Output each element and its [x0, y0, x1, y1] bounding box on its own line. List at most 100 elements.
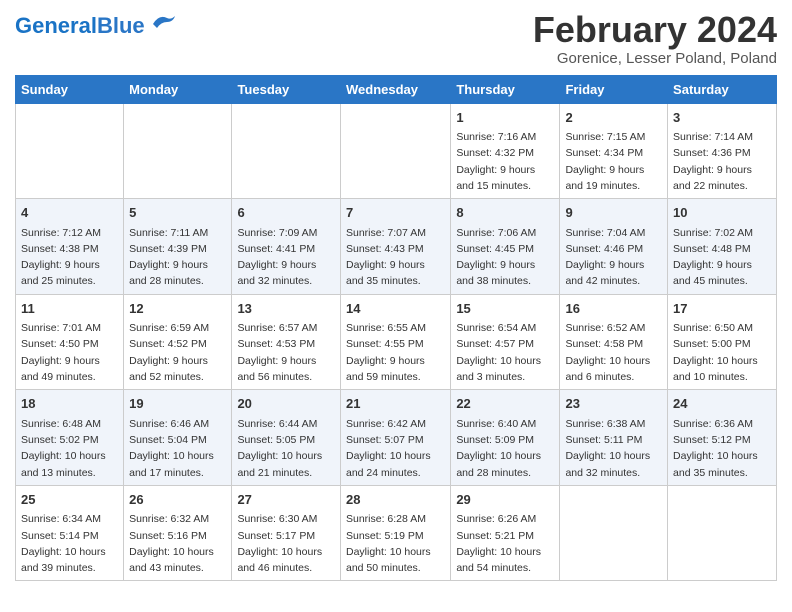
weekday-header-thursday: Thursday	[451, 75, 560, 103]
day-info: Sunrise: 7:15 AMSunset: 4:34 PMDaylight:…	[565, 129, 662, 194]
day-info: Sunrise: 6:59 AMSunset: 4:52 PMDaylight:…	[129, 320, 226, 385]
calendar-cell: 22Sunrise: 6:40 AMSunset: 5:09 PMDayligh…	[451, 390, 560, 486]
calendar-cell: 12Sunrise: 6:59 AMSunset: 4:52 PMDayligh…	[124, 294, 232, 390]
location: Gorenice, Lesser Poland, Poland	[533, 50, 777, 67]
day-number: 29	[456, 490, 554, 510]
day-number: 21	[346, 394, 445, 414]
calendar-cell: 3Sunrise: 7:14 AMSunset: 4:36 PMDaylight…	[668, 103, 777, 199]
logo-blue: Blue	[97, 13, 145, 38]
calendar-cell: 9Sunrise: 7:04 AMSunset: 4:46 PMDaylight…	[560, 199, 668, 295]
day-number: 20	[237, 394, 335, 414]
day-number: 26	[129, 490, 226, 510]
day-info: Sunrise: 6:34 AMSunset: 5:14 PMDaylight:…	[21, 511, 118, 576]
day-number: 2	[565, 108, 662, 128]
day-number: 7	[346, 203, 445, 223]
day-info: Sunrise: 7:14 AMSunset: 4:36 PMDaylight:…	[673, 129, 771, 194]
calendar-table: SundayMondayTuesdayWednesdayThursdayFrid…	[15, 75, 777, 582]
calendar-cell: 6Sunrise: 7:09 AMSunset: 4:41 PMDaylight…	[232, 199, 341, 295]
calendar-cell	[16, 103, 124, 199]
calendar-cell: 13Sunrise: 6:57 AMSunset: 4:53 PMDayligh…	[232, 294, 341, 390]
calendar-week-row: 1Sunrise: 7:16 AMSunset: 4:32 PMDaylight…	[16, 103, 777, 199]
day-number: 22	[456, 394, 554, 414]
day-info: Sunrise: 7:06 AMSunset: 4:45 PMDaylight:…	[456, 225, 554, 290]
day-info: Sunrise: 6:48 AMSunset: 5:02 PMDaylight:…	[21, 416, 118, 481]
calendar-cell: 18Sunrise: 6:48 AMSunset: 5:02 PMDayligh…	[16, 390, 124, 486]
logo: GeneralBlue	[15, 15, 179, 37]
day-number: 12	[129, 299, 226, 319]
calendar-cell: 10Sunrise: 7:02 AMSunset: 4:48 PMDayligh…	[668, 199, 777, 295]
calendar-cell: 8Sunrise: 7:06 AMSunset: 4:45 PMDaylight…	[451, 199, 560, 295]
day-info: Sunrise: 6:54 AMSunset: 4:57 PMDaylight:…	[456, 320, 554, 385]
weekday-header-sunday: Sunday	[16, 75, 124, 103]
calendar-week-row: 18Sunrise: 6:48 AMSunset: 5:02 PMDayligh…	[16, 390, 777, 486]
weekday-header-row: SundayMondayTuesdayWednesdayThursdayFrid…	[16, 75, 777, 103]
calendar-week-row: 4Sunrise: 7:12 AMSunset: 4:38 PMDaylight…	[16, 199, 777, 295]
day-info: Sunrise: 7:12 AMSunset: 4:38 PMDaylight:…	[21, 225, 118, 290]
day-info: Sunrise: 6:44 AMSunset: 5:05 PMDaylight:…	[237, 416, 335, 481]
day-number: 14	[346, 299, 445, 319]
calendar-cell: 29Sunrise: 6:26 AMSunset: 5:21 PMDayligh…	[451, 485, 560, 581]
day-number: 18	[21, 394, 118, 414]
weekday-header-saturday: Saturday	[668, 75, 777, 103]
day-info: Sunrise: 6:28 AMSunset: 5:19 PMDaylight:…	[346, 511, 445, 576]
day-number: 4	[21, 203, 118, 223]
calendar-cell: 23Sunrise: 6:38 AMSunset: 5:11 PMDayligh…	[560, 390, 668, 486]
calendar-cell: 28Sunrise: 6:28 AMSunset: 5:19 PMDayligh…	[340, 485, 450, 581]
day-number: 10	[673, 203, 771, 223]
calendar-cell: 11Sunrise: 7:01 AMSunset: 4:50 PMDayligh…	[16, 294, 124, 390]
calendar-cell: 19Sunrise: 6:46 AMSunset: 5:04 PMDayligh…	[124, 390, 232, 486]
calendar-week-row: 11Sunrise: 7:01 AMSunset: 4:50 PMDayligh…	[16, 294, 777, 390]
day-info: Sunrise: 6:32 AMSunset: 5:16 PMDaylight:…	[129, 511, 226, 576]
calendar-cell: 16Sunrise: 6:52 AMSunset: 4:58 PMDayligh…	[560, 294, 668, 390]
weekday-header-tuesday: Tuesday	[232, 75, 341, 103]
calendar-cell: 26Sunrise: 6:32 AMSunset: 5:16 PMDayligh…	[124, 485, 232, 581]
day-info: Sunrise: 6:40 AMSunset: 5:09 PMDaylight:…	[456, 416, 554, 481]
calendar-cell: 17Sunrise: 6:50 AMSunset: 5:00 PMDayligh…	[668, 294, 777, 390]
calendar-cell	[668, 485, 777, 581]
calendar-cell	[124, 103, 232, 199]
calendar-cell: 20Sunrise: 6:44 AMSunset: 5:05 PMDayligh…	[232, 390, 341, 486]
day-number: 23	[565, 394, 662, 414]
day-info: Sunrise: 6:42 AMSunset: 5:07 PMDaylight:…	[346, 416, 445, 481]
calendar-cell: 5Sunrise: 7:11 AMSunset: 4:39 PMDaylight…	[124, 199, 232, 295]
day-info: Sunrise: 7:01 AMSunset: 4:50 PMDaylight:…	[21, 320, 118, 385]
calendar-cell: 14Sunrise: 6:55 AMSunset: 4:55 PMDayligh…	[340, 294, 450, 390]
day-info: Sunrise: 6:46 AMSunset: 5:04 PMDaylight:…	[129, 416, 226, 481]
calendar-cell: 1Sunrise: 7:16 AMSunset: 4:32 PMDaylight…	[451, 103, 560, 199]
day-number: 25	[21, 490, 118, 510]
day-info: Sunrise: 7:09 AMSunset: 4:41 PMDaylight:…	[237, 225, 335, 290]
day-number: 17	[673, 299, 771, 319]
title-area: February 2024 Gorenice, Lesser Poland, P…	[533, 10, 777, 67]
day-number: 28	[346, 490, 445, 510]
day-info: Sunrise: 6:30 AMSunset: 5:17 PMDaylight:…	[237, 511, 335, 576]
calendar-cell: 7Sunrise: 7:07 AMSunset: 4:43 PMDaylight…	[340, 199, 450, 295]
day-info: Sunrise: 7:07 AMSunset: 4:43 PMDaylight:…	[346, 225, 445, 290]
day-number: 19	[129, 394, 226, 414]
logo-text: GeneralBlue	[15, 15, 145, 37]
month-title: February 2024	[533, 10, 777, 50]
day-info: Sunrise: 7:04 AMSunset: 4:46 PMDaylight:…	[565, 225, 662, 290]
day-number: 13	[237, 299, 335, 319]
day-number: 15	[456, 299, 554, 319]
calendar-cell: 27Sunrise: 6:30 AMSunset: 5:17 PMDayligh…	[232, 485, 341, 581]
calendar-cell	[560, 485, 668, 581]
weekday-header-friday: Friday	[560, 75, 668, 103]
day-info: Sunrise: 7:16 AMSunset: 4:32 PMDaylight:…	[456, 129, 554, 194]
day-number: 9	[565, 203, 662, 223]
weekday-header-monday: Monday	[124, 75, 232, 103]
day-info: Sunrise: 6:57 AMSunset: 4:53 PMDaylight:…	[237, 320, 335, 385]
day-number: 3	[673, 108, 771, 128]
day-info: Sunrise: 6:26 AMSunset: 5:21 PMDaylight:…	[456, 511, 554, 576]
logo-general: General	[15, 13, 97, 38]
day-info: Sunrise: 6:52 AMSunset: 4:58 PMDaylight:…	[565, 320, 662, 385]
calendar-cell: 24Sunrise: 6:36 AMSunset: 5:12 PMDayligh…	[668, 390, 777, 486]
calendar-cell: 25Sunrise: 6:34 AMSunset: 5:14 PMDayligh…	[16, 485, 124, 581]
calendar-cell	[232, 103, 341, 199]
day-number: 6	[237, 203, 335, 223]
day-number: 27	[237, 490, 335, 510]
day-info: Sunrise: 6:36 AMSunset: 5:12 PMDaylight:…	[673, 416, 771, 481]
header: GeneralBlue February 2024 Gorenice, Less…	[15, 10, 777, 67]
calendar-week-row: 25Sunrise: 6:34 AMSunset: 5:14 PMDayligh…	[16, 485, 777, 581]
day-info: Sunrise: 7:11 AMSunset: 4:39 PMDaylight:…	[129, 225, 226, 290]
day-number: 1	[456, 108, 554, 128]
